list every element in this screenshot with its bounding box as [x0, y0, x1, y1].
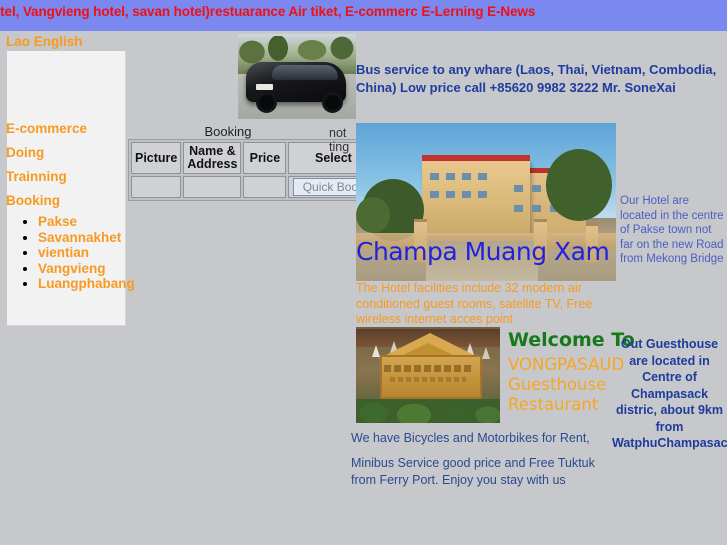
hotel-photo-tree [356, 197, 390, 233]
sidebar-city-vientian[interactable]: vientian [38, 245, 89, 260]
hotel-photo-window [430, 173, 439, 180]
guesthouse-photo [356, 327, 500, 423]
list-item[interactable]: Luangphabang [38, 277, 135, 292]
hotel-photo-window [532, 205, 541, 212]
cell-price [243, 176, 287, 198]
list-item[interactable]: Pakse [38, 214, 135, 230]
hotel-facilities-text: The Hotel facilities include 32 modern a… [356, 281, 593, 326]
van-licence-plate [256, 84, 273, 90]
rental-services-text: We have Bicycles and Motorbikes for Rent… [351, 431, 590, 445]
column-header-picture: Picture [131, 142, 182, 174]
minivan-photo [238, 34, 356, 119]
hotel-photo-window [446, 191, 455, 198]
hotel-location-text: Our Hotel are located in the centre of P… [620, 195, 724, 265]
hotel-photo-window [514, 205, 523, 212]
sidebar-city-pakse[interactable]: Pakse [38, 214, 77, 229]
bus-service-text: Bus service to any whare (Laos, Thai, Vi… [356, 62, 717, 95]
minibus-services-text: Minibus Service good price and Free Tukt… [351, 456, 595, 487]
booking-table-title: Booking [204, 124, 252, 139]
van-wheel-rear [322, 92, 343, 113]
hotel-photo-caption: Champa Muang Xam Hotel [356, 237, 616, 266]
table-row: Quick Book [131, 176, 379, 198]
van-wheel-front [256, 92, 277, 113]
hotel-photo: Champa Muang Xam Hotel [356, 123, 616, 281]
cell-picture [131, 176, 182, 198]
list-item[interactable]: Savannakhet [38, 230, 135, 246]
hotel-photo-window [478, 191, 487, 198]
guesthouse-name-heading: VONGPASAUD Guesthouse Restaurant [508, 355, 625, 414]
top-marquee-banner: otel, Vangvieng hotel, savan hotel)restu… [0, 0, 727, 31]
column-header-price: Price [243, 142, 287, 174]
booking-side-note: not ting [329, 126, 350, 154]
sidebar-item-ecommerce[interactable]: E-commerce [6, 121, 87, 136]
guesthouse-photo-sign-lettering-second [390, 377, 466, 382]
hotel-photo-window [514, 185, 523, 192]
hotel-photo-window [478, 173, 487, 180]
hotel-photo-window [462, 173, 471, 180]
list-item[interactable]: Vangvieng [38, 261, 135, 277]
guesthouse-location-text: Out Guesthouse are located in Centre of … [612, 337, 727, 450]
cell-name-address [183, 176, 242, 198]
hotel-photo-window [532, 185, 541, 192]
sidebar-city-luangphabang[interactable]: Luangphabang [38, 276, 135, 292]
marquee-text: otel, Vangvieng hotel, savan hotel)restu… [0, 4, 536, 19]
sidebar-city-savannakhet[interactable]: Savannakhet [38, 230, 121, 245]
guesthouse-photo-sign-lettering [384, 365, 474, 372]
language-selector[interactable]: Lao English [6, 34, 83, 49]
sidebar-item-doing[interactable]: Doing [6, 145, 44, 160]
hotel-photo-window [462, 191, 471, 198]
sidebar-city-vangvieng[interactable]: Vangvieng [38, 261, 106, 276]
sidebar-item-trainning[interactable]: Trainning [6, 169, 67, 184]
guesthouse-photo-flag [482, 347, 490, 359]
list-item[interactable]: vientian [38, 245, 135, 261]
sidebar-item-booking[interactable]: Booking [6, 193, 60, 208]
sidebar-city-list: Pakse Savannakhet vientian Vangvieng Lua… [0, 214, 135, 293]
hotel-photo-tree [546, 149, 612, 221]
guesthouse-photo-foliage [356, 399, 500, 423]
van-window-shape [272, 65, 338, 80]
hotel-photo-window [446, 173, 455, 180]
hotel-photo-window [430, 191, 439, 198]
column-header-name-address: Name & Address [183, 142, 242, 174]
